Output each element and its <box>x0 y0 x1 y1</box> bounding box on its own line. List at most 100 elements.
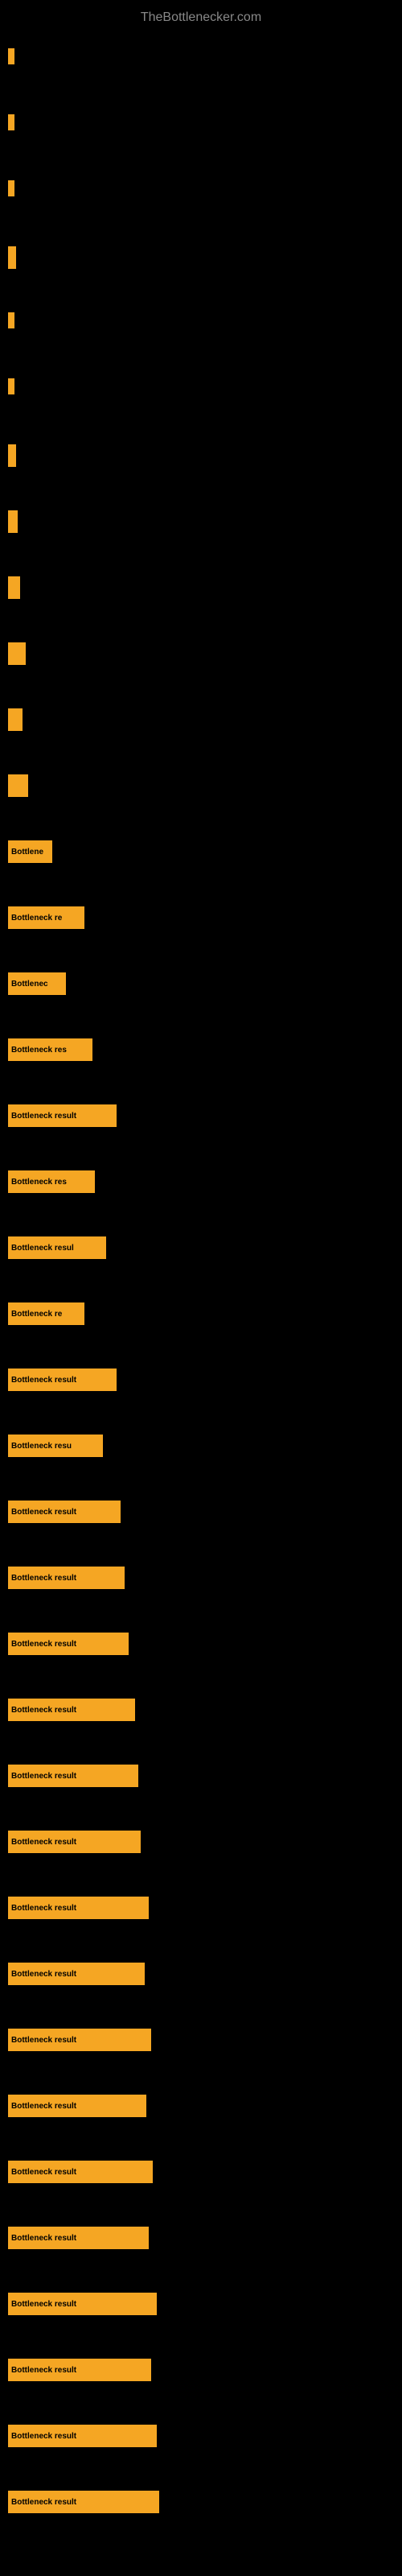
bar-label-text: Bottleneck result <box>11 2102 76 2111</box>
result-bar: Bottleneck res <box>8 1170 95 1193</box>
bar-label-text: Bottleneck resul <box>11 1244 74 1253</box>
bar-row: Bottlenec <box>8 972 66 995</box>
bar-label-text: Bottleneck result <box>11 1706 76 1715</box>
bar-row: Bottleneck resu <box>8 1435 103 1457</box>
result-bar <box>8 444 16 467</box>
result-bar: Bottleneck result <box>8 2359 151 2381</box>
result-bar: Bottleneck resu <box>8 1435 103 1457</box>
result-bar: Bottleneck result <box>8 1633 129 1655</box>
bar-row: Bottleneck result <box>8 2359 151 2381</box>
bar-row: Bottleneck result <box>8 2095 146 2117</box>
bar-label-text: Bottlene <box>11 848 43 857</box>
bar-row: Bottlene <box>8 840 52 863</box>
result-bar: Bottleneck re <box>8 906 84 929</box>
bar-row <box>8 708 23 731</box>
bar-row <box>8 114 14 130</box>
bar-row <box>8 774 28 797</box>
bar-label-text: Bottleneck result <box>11 1838 76 1847</box>
result-bar: Bottleneck result <box>8 1831 141 1853</box>
bar-label-text: Bottleneck result <box>11 1376 76 1385</box>
bar-row <box>8 444 16 467</box>
bar-row: Bottleneck result <box>8 2491 159 2513</box>
bar-row: Bottleneck result <box>8 1104 117 1127</box>
bar-row: Bottleneck result <box>8 2227 149 2249</box>
result-bar-small <box>8 378 14 394</box>
bar-row: Bottleneck result <box>8 2293 157 2315</box>
bar-row <box>8 312 14 328</box>
bar-label-text: Bottleneck result <box>11 1970 76 1979</box>
bar-row: Bottleneck re <box>8 1302 84 1325</box>
bar-row: Bottleneck result <box>8 1501 121 1523</box>
result-bar: Bottleneck resul <box>8 1236 106 1259</box>
bar-row: Bottleneck result <box>8 2425 157 2447</box>
bar-label-text: Bottleneck re <box>11 914 62 923</box>
result-bar <box>8 576 20 599</box>
bar-label-text: Bottleneck result <box>11 1574 76 1583</box>
result-bar <box>8 708 23 731</box>
bar-row: Bottleneck result <box>8 1963 145 1985</box>
result-bar: Bottleneck result <box>8 2161 153 2183</box>
bar-label-text: Bottleneck result <box>11 1508 76 1517</box>
bar-label-text: Bottleneck result <box>11 2234 76 2243</box>
bar-row <box>8 180 14 196</box>
result-bar: Bottleneck result <box>8 1897 149 1919</box>
result-bar-small <box>8 180 14 196</box>
bar-row <box>8 642 26 665</box>
bar-row <box>8 510 18 533</box>
bar-label-text: Bottleneck result <box>11 2300 76 2309</box>
result-bar: Bottleneck result <box>8 2425 157 2447</box>
bar-row: Bottleneck result <box>8 1567 125 1589</box>
bar-label-text: Bottleneck res <box>11 1046 67 1055</box>
bar-row: Bottleneck result <box>8 1765 138 1787</box>
bar-row <box>8 48 14 64</box>
bar-label-text: Bottleneck result <box>11 1772 76 1781</box>
bar-label-text: Bottleneck result <box>11 1640 76 1649</box>
result-bar: Bottleneck result <box>8 1104 117 1127</box>
bar-label-text: Bottleneck result <box>11 1904 76 1913</box>
bar-row: Bottleneck result <box>8 2029 151 2051</box>
result-bar-small <box>8 48 14 64</box>
result-bar: Bottleneck result <box>8 2293 157 2315</box>
bar-row: Bottleneck result <box>8 1633 129 1655</box>
bar-label-text: Bottleneck result <box>11 2168 76 2177</box>
bar-row <box>8 246 16 269</box>
bar-label-text: Bottleneck result <box>11 2366 76 2375</box>
bar-label-text: Bottleneck result <box>11 2432 76 2441</box>
result-bar: Bottleneck result <box>8 1501 121 1523</box>
result-bar: Bottleneck result <box>8 1699 135 1721</box>
result-bar: Bottleneck result <box>8 1567 125 1589</box>
bar-row: Bottleneck re <box>8 906 84 929</box>
result-bar <box>8 642 26 665</box>
site-title: TheBottlenecker.com <box>0 4 402 31</box>
bar-row: Bottleneck result <box>8 1897 149 1919</box>
result-bar: Bottlene <box>8 840 52 863</box>
result-bar: Bottleneck result <box>8 2029 151 2051</box>
bar-label-text: Bottleneck result <box>11 1112 76 1121</box>
result-bar: Bottleneck res <box>8 1038 92 1061</box>
result-bar <box>8 510 18 533</box>
bar-row: Bottleneck result <box>8 2161 153 2183</box>
bar-label-text: Bottleneck res <box>11 1178 67 1187</box>
bar-label-text: Bottleneck re <box>11 1310 62 1319</box>
bar-row: Bottleneck res <box>8 1170 95 1193</box>
result-bar-small <box>8 312 14 328</box>
bar-row: Bottleneck resul <box>8 1236 106 1259</box>
result-bar: Bottleneck re <box>8 1302 84 1325</box>
result-bar: Bottleneck result <box>8 1765 138 1787</box>
bar-row: Bottleneck result <box>8 1831 141 1853</box>
bar-label-text: Bottleneck resu <box>11 1442 72 1451</box>
result-bar-small <box>8 114 14 130</box>
result-bar: Bottleneck result <box>8 1963 145 1985</box>
bar-label-text: Bottleneck result <box>11 2036 76 2045</box>
bar-row: Bottleneck result <box>8 1699 135 1721</box>
bar-row: Bottleneck res <box>8 1038 92 1061</box>
result-bar <box>8 774 28 797</box>
bar-row: Bottleneck result <box>8 1368 117 1391</box>
result-bar: Bottleneck result <box>8 2491 159 2513</box>
result-bar: Bottleneck result <box>8 1368 117 1391</box>
result-bar: Bottleneck result <box>8 2095 146 2117</box>
result-bar: Bottlenec <box>8 972 66 995</box>
bar-label-text: Bottleneck result <box>11 2498 76 2507</box>
bar-row <box>8 378 14 394</box>
bar-row <box>8 576 20 599</box>
